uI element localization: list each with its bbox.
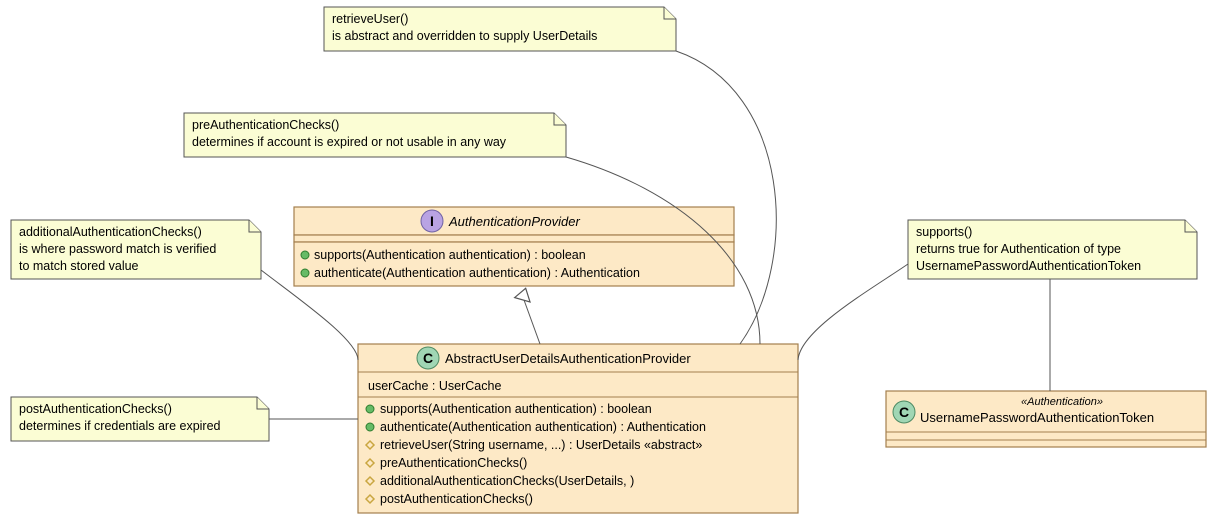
stereotype: «Authentication» bbox=[1021, 396, 1103, 408]
note-post-auth: postAuthenticationChecks() determines if… bbox=[11, 397, 269, 441]
field: userCache : UserCache bbox=[368, 379, 501, 393]
note-text: preAuthenticationChecks() bbox=[192, 118, 339, 132]
member: additionalAuthenticationChecks(UserDetai… bbox=[380, 474, 634, 488]
member: retrieveUser(String username, ...) : Use… bbox=[380, 438, 702, 452]
note-text: to match stored value bbox=[19, 259, 139, 273]
public-icon bbox=[366, 405, 374, 413]
svg-text:C: C bbox=[899, 404, 909, 420]
member: authenticate(Authentication authenticati… bbox=[314, 266, 640, 280]
class-title: UsernamePasswordAuthenticationToken bbox=[920, 410, 1154, 425]
class-title: AuthenticationProvider bbox=[448, 214, 580, 229]
note-text: UsernamePasswordAuthenticationToken bbox=[916, 259, 1141, 273]
note-text: is where password match is verified bbox=[19, 242, 216, 256]
uml-diagram: retrieveUser() is abstract and overridde… bbox=[0, 0, 1216, 520]
class-title: AbstractUserDetailsAuthenticationProvide… bbox=[445, 351, 691, 366]
interface-authentication-provider: I AuthenticationProvider supports(Authen… bbox=[294, 207, 734, 286]
note-text: returns true for Authentication of type bbox=[916, 242, 1121, 256]
class-abstract-user-details-auth-provider: C AbstractUserDetailsAuthenticationProvi… bbox=[358, 344, 798, 513]
note-text: retrieveUser() bbox=[332, 12, 408, 26]
note-link bbox=[676, 51, 776, 344]
realization-link bbox=[524, 300, 540, 344]
class-username-password-token: C «Authentication» UsernamePasswordAuthe… bbox=[886, 391, 1206, 447]
note-text: determines if account is expired or not … bbox=[192, 135, 507, 149]
member: supports(Authentication authentication) … bbox=[314, 248, 586, 262]
note-text: additionalAuthenticationChecks() bbox=[19, 225, 202, 239]
note-text: is abstract and overridden to supply Use… bbox=[332, 29, 597, 43]
note-text: supports() bbox=[916, 225, 972, 239]
note-additional-auth: additionalAuthenticationChecks() is wher… bbox=[11, 220, 261, 279]
note-pre-auth: preAuthenticationChecks() determines if … bbox=[184, 113, 566, 157]
public-icon bbox=[301, 269, 309, 277]
svg-text:C: C bbox=[423, 350, 433, 366]
note-retrieve-user: retrieveUser() is abstract and overridde… bbox=[324, 7, 676, 51]
member: authenticate(Authentication authenticati… bbox=[380, 420, 706, 434]
member: supports(Authentication authentication) … bbox=[380, 402, 652, 416]
note-text: determines if credentials are expired bbox=[19, 419, 221, 433]
public-icon bbox=[366, 423, 374, 431]
member: preAuthenticationChecks() bbox=[380, 456, 527, 470]
member: postAuthenticationChecks() bbox=[380, 492, 533, 506]
svg-text:I: I bbox=[430, 213, 434, 229]
public-icon bbox=[301, 251, 309, 259]
note-text: postAuthenticationChecks() bbox=[19, 402, 172, 416]
arrowhead-icon bbox=[515, 286, 534, 302]
note-link bbox=[798, 264, 908, 360]
note-supports: supports() returns true for Authenticati… bbox=[908, 220, 1197, 279]
